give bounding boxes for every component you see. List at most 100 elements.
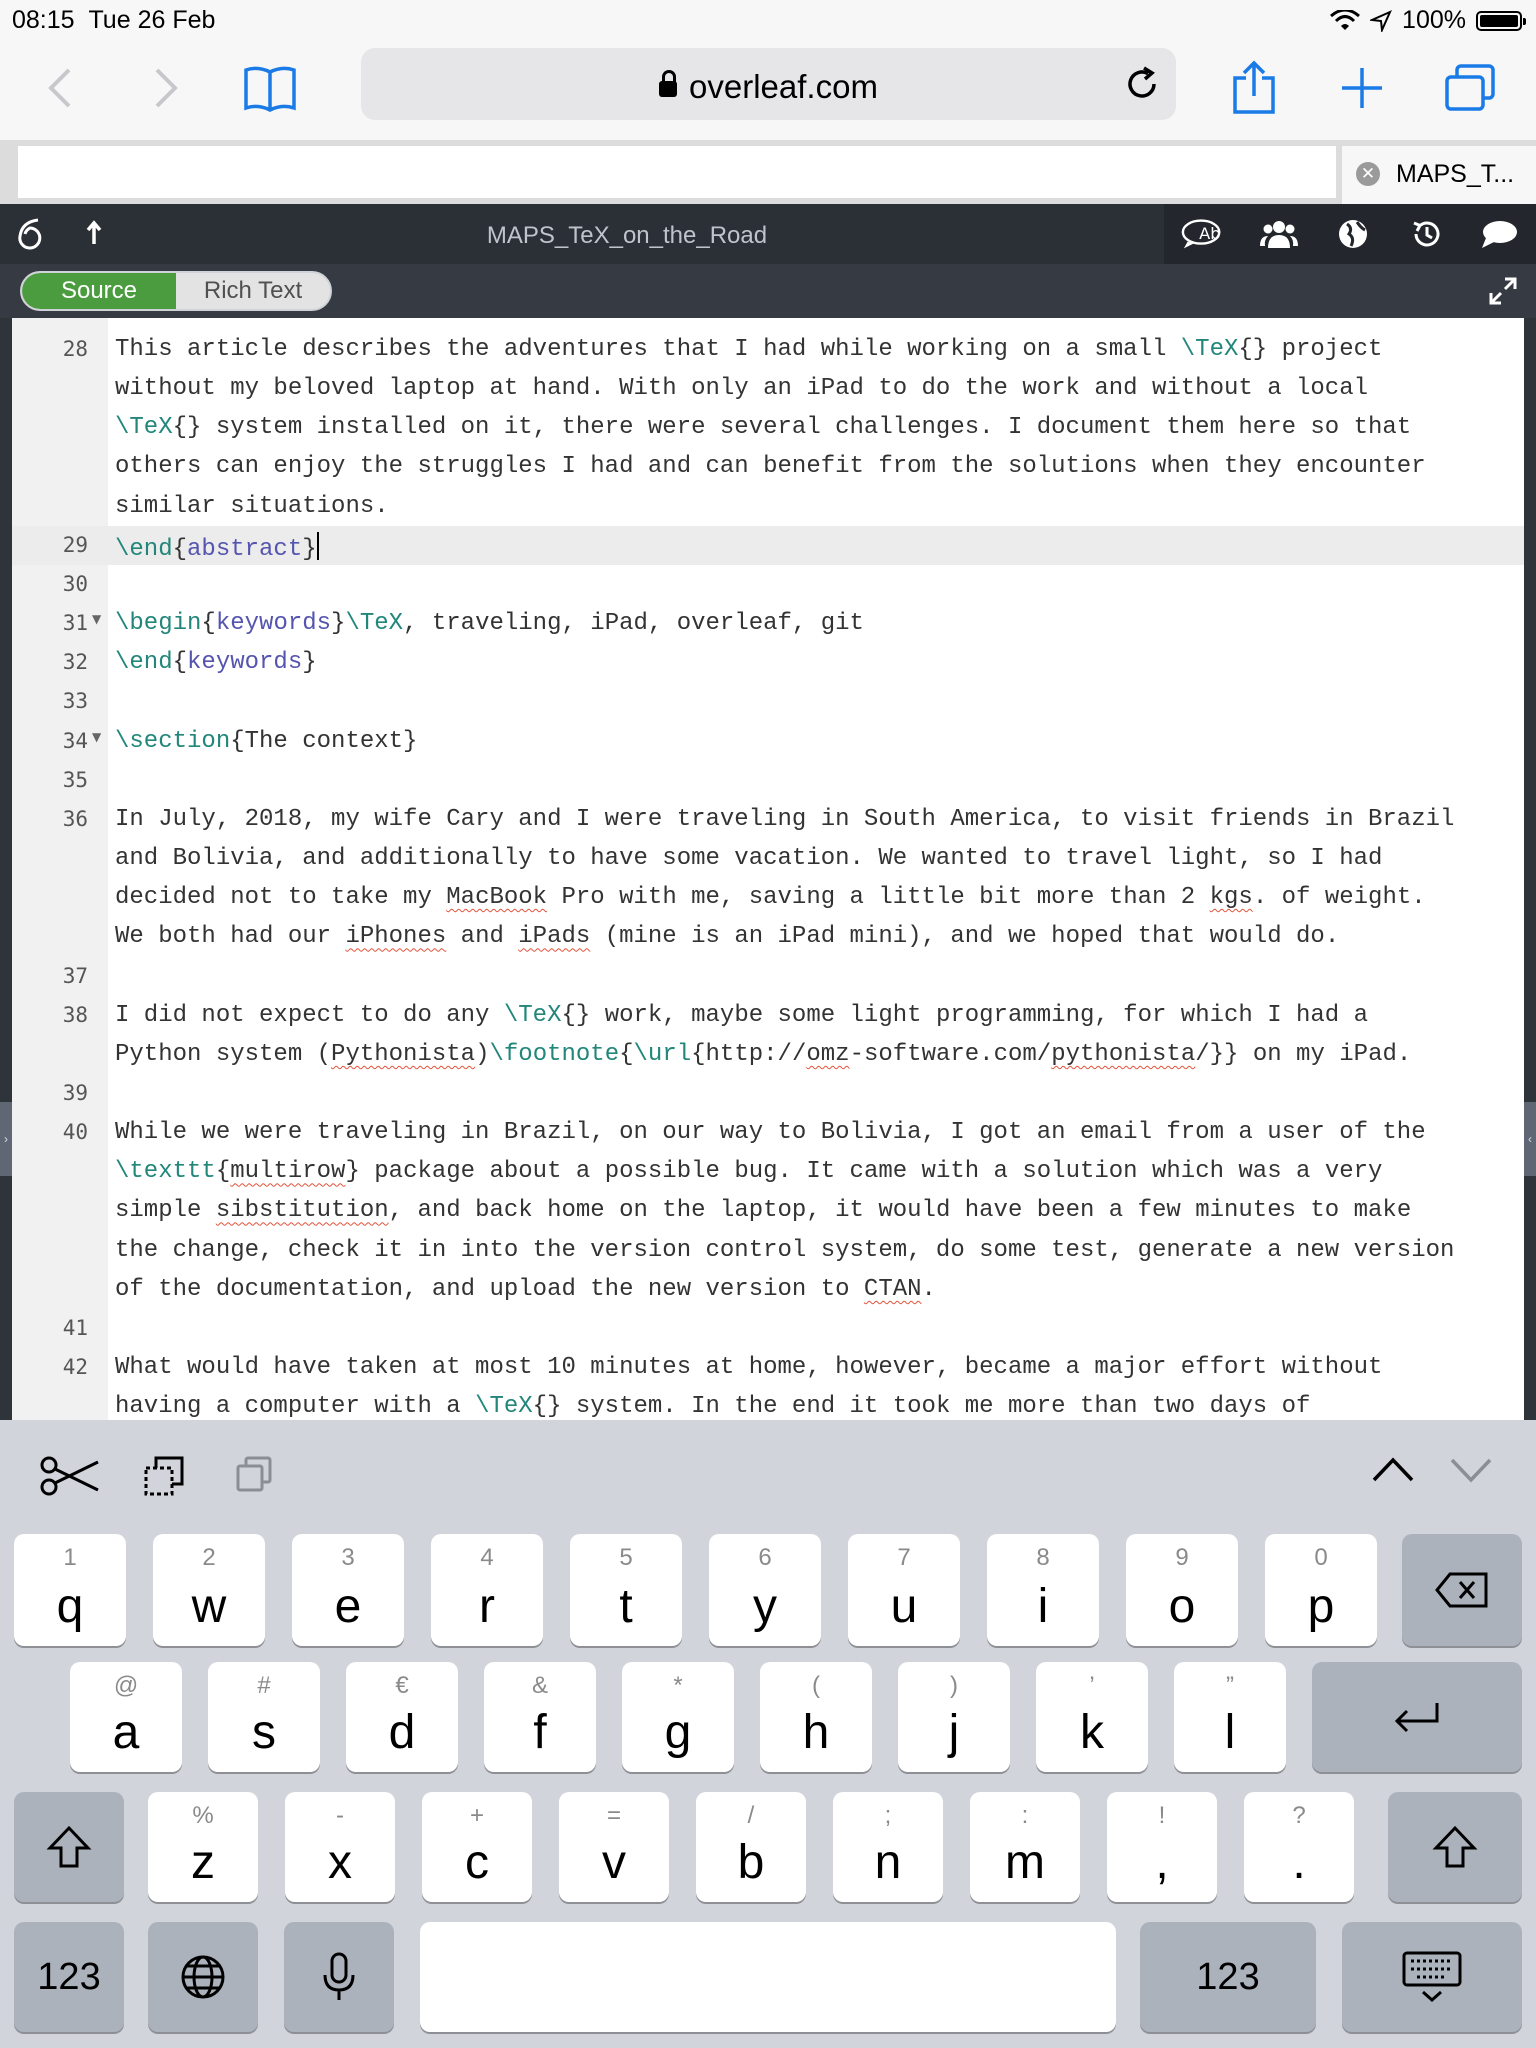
editor-line[interactable]: We both had our iPhones and iPads (mine …: [12, 917, 1524, 956]
key-row3-1[interactable]: -x: [285, 1792, 395, 1902]
tab-inactive[interactable]: [18, 146, 1336, 198]
editor-line[interactable]: 32 \end{keywords}: [12, 643, 1524, 682]
numbers-key-right[interactable]: 123: [1140, 1922, 1316, 2032]
editor-line[interactable]: the change, check it in into the version…: [12, 1231, 1524, 1270]
key-row1-4[interactable]: 5t: [570, 1534, 682, 1646]
editor-line[interactable]: others can enjoy the struggles I had and…: [12, 447, 1524, 486]
editor-line[interactable]: 41: [12, 1309, 1524, 1348]
editor-line[interactable]: 40 While we were traveling in Brazil, on …: [12, 1113, 1524, 1152]
numbers-key-left[interactable]: 123: [14, 1922, 124, 2032]
key-row1-9[interactable]: 0p: [1265, 1534, 1377, 1646]
return-key[interactable]: [1312, 1662, 1522, 1772]
rich-text-mode-button[interactable]: Rich Text: [176, 273, 330, 309]
tabs-icon[interactable]: [1440, 58, 1500, 118]
key-row3-7[interactable]: !,: [1107, 1792, 1217, 1902]
globe-icon[interactable]: [1330, 214, 1376, 254]
code-segment: and Bolivia, and additionally to have so…: [115, 845, 1383, 873]
editor-line[interactable]: 30: [12, 565, 1524, 604]
key-row1-7[interactable]: 8i: [987, 1534, 1099, 1646]
back-icon[interactable]: [30, 58, 90, 118]
key-row3-2[interactable]: + c: [422, 1792, 532, 1902]
editor-line[interactable]: 38 I did not expect to do any \TeX{} work…: [12, 996, 1524, 1035]
key-row1-0[interactable]: 1q: [14, 1534, 126, 1646]
key-row2-5[interactable]: (h: [760, 1662, 872, 1772]
dictation-key[interactable]: [284, 1922, 394, 2032]
editor-line[interactable]: \TeX{} system installed on it, there wer…: [12, 408, 1524, 447]
key-row3-6[interactable]: :m: [970, 1792, 1080, 1902]
backspace-key[interactable]: [1402, 1534, 1522, 1646]
editor-line[interactable]: of the documentation, and upload the new…: [12, 1270, 1524, 1309]
bookmarks-icon[interactable]: [240, 58, 300, 118]
chevron-up-icon[interactable]: [1370, 1454, 1416, 1484]
editor-line[interactable]: without my beloved laptop at hand. With …: [12, 369, 1524, 408]
editor-line[interactable]: 42 What would have taken at most 10 minut…: [12, 1348, 1524, 1387]
code-editor[interactable]: 28 This article describes the adventures …: [12, 318, 1524, 1420]
shift-right-key[interactable]: [1388, 1792, 1522, 1902]
key-row1-1[interactable]: 2w: [153, 1534, 265, 1646]
key-row2-3[interactable]: & f: [484, 1662, 596, 1772]
key-row1-6[interactable]: 7u: [848, 1534, 960, 1646]
reload-icon[interactable]: [1120, 62, 1164, 111]
tab-maps[interactable]: ✕ MAPS_T...: [1342, 146, 1536, 204]
expand-icon[interactable]: [1488, 276, 1518, 311]
left-panel-toggle-icon[interactable]: ›: [0, 1102, 12, 1176]
editor-line[interactable]: 36 In July, 2018, my wife Cary and I were…: [12, 800, 1524, 839]
fold-arrow-icon[interactable]: ▼: [92, 730, 101, 744]
code-segment: having a computer with a: [115, 1393, 476, 1420]
editor-line[interactable]: and Bolivia, and additionally to have so…: [12, 839, 1524, 878]
cut-icon[interactable]: [38, 1454, 100, 1498]
globe-key[interactable]: [148, 1922, 258, 2032]
forward-icon[interactable]: [136, 58, 196, 118]
editor-line[interactable]: 39: [12, 1074, 1524, 1113]
key-row2-1[interactable]: # s: [208, 1662, 320, 1772]
shift-left-key[interactable]: [14, 1792, 124, 1902]
share-icon[interactable]: [1224, 58, 1284, 118]
key-row1-5[interactable]: 6y: [709, 1534, 821, 1646]
fold-arrow-icon[interactable]: ▼: [92, 612, 101, 626]
close-icon[interactable]: ✕: [1356, 162, 1380, 186]
editor-line[interactable]: 35: [12, 761, 1524, 800]
key-row3-8[interactable]: ?.: [1244, 1792, 1354, 1902]
key-row1-8[interactable]: 9o: [1126, 1534, 1238, 1646]
right-panel-toggle-icon[interactable]: ‹: [1524, 1102, 1536, 1176]
key-row2-8[interactable]: ” l: [1174, 1662, 1286, 1772]
editor-line[interactable]: 33: [12, 682, 1524, 721]
source-mode-button[interactable]: Source: [22, 273, 176, 309]
editor-line[interactable]: Python system (Pythonista)\footnote{\url…: [12, 1035, 1524, 1074]
key-row2-7[interactable]: ’ k: [1036, 1662, 1148, 1772]
editor-line[interactable]: decided not to take my MacBook Pro with …: [12, 878, 1524, 917]
editor-line[interactable]: 29 \end{abstract}: [12, 525, 1524, 565]
left-panel-edge[interactable]: ›: [0, 318, 12, 1420]
key-row2-4[interactable]: * g: [622, 1662, 734, 1772]
key-row3-4[interactable]: / b: [696, 1792, 806, 1902]
editor-line[interactable]: 28 This article describes the adventures …: [12, 330, 1524, 369]
key-row1-3[interactable]: 4r: [431, 1534, 543, 1646]
chevron-down-icon[interactable]: [1448, 1454, 1494, 1484]
key-row2-6[interactable]: ) j: [898, 1662, 1010, 1772]
key-row2-0[interactable]: @ a: [70, 1662, 182, 1772]
right-panel-edge[interactable]: ‹: [1524, 318, 1536, 1420]
spellcheck-icon[interactable]: Ab: [1180, 214, 1226, 254]
key-row3-3[interactable]: = v: [559, 1792, 669, 1902]
key-row2-2[interactable]: € d: [346, 1662, 458, 1772]
space-key[interactable]: [420, 1922, 1116, 2032]
history-icon[interactable]: [1404, 214, 1450, 254]
code-segment: . of weight.: [1252, 884, 1426, 912]
copy-icon[interactable]: [142, 1454, 186, 1498]
editor-line[interactable]: similar situations.: [12, 487, 1524, 526]
hide-keyboard-key[interactable]: [1342, 1922, 1522, 2032]
new-tab-icon[interactable]: [1332, 58, 1392, 118]
key-row3-0[interactable]: % z: [148, 1792, 258, 1902]
key-row3-5[interactable]: ; n: [833, 1792, 943, 1902]
collaborators-icon[interactable]: [1256, 214, 1302, 254]
key-row1-2[interactable]: 3e: [292, 1534, 404, 1646]
address-bar[interactable]: overleaf.com: [361, 48, 1176, 120]
editor-line[interactable]: having a computer with a \TeX{} system. …: [12, 1387, 1524, 1420]
editor-line[interactable]: 37: [12, 957, 1524, 996]
editor-line[interactable]: simple sibstitution, and back home on th…: [12, 1191, 1524, 1230]
paste-icon[interactable]: [234, 1454, 274, 1494]
editor-line[interactable]: 34 ▼ \section{The context}: [12, 722, 1524, 761]
chat-icon[interactable]: [1476, 214, 1522, 254]
editor-line[interactable]: \texttt{multirow} package about a possib…: [12, 1152, 1524, 1191]
editor-line[interactable]: 31 ▼ \begin{keywords}\TeX, traveling, iPad…: [12, 604, 1524, 643]
